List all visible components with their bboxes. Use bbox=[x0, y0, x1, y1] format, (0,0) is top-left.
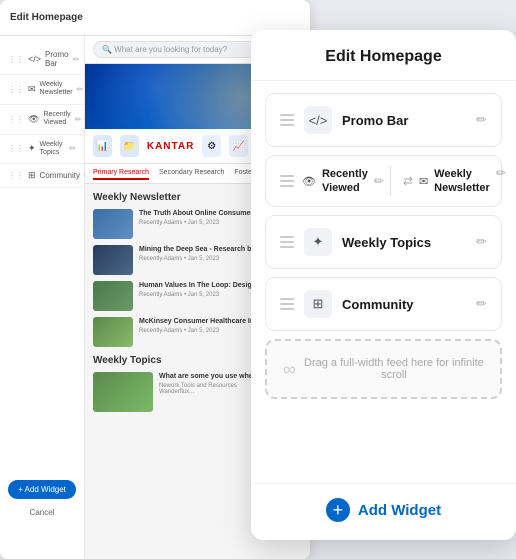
drop-zone-text: Drag a full-width feed here for infinite… bbox=[304, 357, 484, 381]
widget-item-recently-weekly[interactable]: 👁 RecentlyViewed ✏ ⇄ ✉ WeeklyNewsletter … bbox=[265, 155, 502, 207]
recently-viewed-label: RecentlyViewed bbox=[322, 167, 368, 196]
drag-dots-icon: ⋮⋮ bbox=[8, 55, 24, 64]
bg-top-bar-title: Edit Homepage bbox=[10, 12, 83, 23]
bg-nav-tab-secondary: Secondary Research bbox=[159, 167, 224, 180]
bg-add-widget-button[interactable]: + Add Widget bbox=[8, 480, 76, 499]
bg-nav-tab-primary: Primary Research bbox=[93, 167, 149, 180]
split-col-weekly-newsletter: ✉ WeeklyNewsletter bbox=[419, 166, 490, 196]
split-col-recently-viewed: 👁 RecentlyViewed ✏ bbox=[302, 166, 384, 196]
infinite-scroll-icon: ∞ bbox=[283, 359, 296, 380]
drop-zone: ∞ Drag a full-width feed here for infini… bbox=[265, 339, 502, 399]
edit-panel-body: </> Promo Bar ✏ 👁 RecentlyViewed ✏ ⇄ bbox=[251, 81, 516, 483]
edit-panel-header: Edit Homepage bbox=[251, 30, 516, 81]
bg-sidebar: ⋮⋮ </> Promo Bar ✏ ⋮⋮ ✉ WeeklyNewsletter… bbox=[0, 36, 85, 559]
add-widget-button[interactable]: + Add Widget bbox=[326, 498, 441, 522]
split-content: 👁 RecentlyViewed ✏ ⇄ ✉ WeeklyNewsletter … bbox=[302, 166, 506, 196]
promo-bar-edit-icon[interactable]: ✏ bbox=[476, 112, 487, 128]
drag-dots-icon: ⋮⋮ bbox=[8, 115, 24, 124]
promo-bar-label: Promo Bar bbox=[342, 113, 466, 128]
weekly-topics-label: Weekly Topics bbox=[342, 235, 466, 250]
promo-bar-drag-handle[interactable] bbox=[280, 114, 294, 126]
weekly-topics-edit-icon[interactable]: ✏ bbox=[476, 234, 487, 250]
widget-item-community[interactable]: ⊞ Community ✏ bbox=[265, 277, 502, 331]
widget-item-weekly-topics[interactable]: ✦ Weekly Topics ✏ bbox=[265, 215, 502, 269]
weekly-newsletter-icon: ✉ bbox=[419, 175, 428, 188]
bg-cancel-link[interactable]: Cancel bbox=[0, 508, 84, 517]
edit-homepage-panel: Edit Homepage </> Promo Bar ✏ 👁 Recently… bbox=[251, 30, 516, 540]
bg-sidebar-recently-viewed: ⋮⋮ 👁 RecentlyViewed ✏ bbox=[0, 105, 84, 135]
split-arrows: ⇄ bbox=[397, 166, 413, 196]
widget-item-promo-bar[interactable]: </> Promo Bar ✏ bbox=[265, 93, 502, 147]
bg-thumb-4 bbox=[93, 317, 133, 347]
bg-nav-icon-1: 📊 bbox=[93, 135, 112, 157]
bg-nav-icon-2: 📁 bbox=[120, 135, 139, 157]
edit-panel-footer: + Add Widget bbox=[251, 483, 516, 540]
bg-sidebar-weekly-topics: ⋮⋮ ✦ WeeklyTopics ✏ bbox=[0, 135, 84, 165]
bg-thumb-2 bbox=[93, 245, 133, 275]
bg-thumb-5 bbox=[93, 372, 153, 412]
recently-weekly-drag-handle[interactable] bbox=[280, 175, 294, 187]
community-drag-handle[interactable] bbox=[280, 298, 294, 310]
bg-thumb-3 bbox=[93, 281, 133, 311]
bg-sidebar-newsletter: ⋮⋮ ✉ WeeklyNewsletter ✏ bbox=[0, 75, 84, 105]
community-label: Community bbox=[342, 297, 466, 312]
split-divider bbox=[390, 166, 391, 196]
add-widget-plus-icon: + bbox=[326, 498, 350, 522]
drag-dots-icon: ⋮⋮ bbox=[8, 171, 24, 180]
bg-sidebar-community: ⋮⋮ ⊞ Community ✏ bbox=[0, 164, 84, 188]
bg-sidebar-promo: ⋮⋮ </> Promo Bar ✏ bbox=[0, 44, 84, 75]
weekly-newsletter-edit-icon[interactable]: ✏ bbox=[496, 166, 506, 196]
bg-thumb-1 bbox=[93, 209, 133, 239]
drag-dots-icon: ⋮⋮ bbox=[8, 144, 24, 153]
weekly-newsletter-label: WeeklyNewsletter bbox=[434, 167, 490, 196]
community-icon: ⊞ bbox=[304, 290, 332, 318]
bg-nav-icon-4: 📈 bbox=[229, 135, 248, 157]
weekly-topics-icon: ✦ bbox=[304, 228, 332, 256]
add-widget-label: Add Widget bbox=[358, 502, 441, 519]
promo-bar-icon: </> bbox=[304, 106, 332, 134]
bg-nav-icon-3: ⚙ bbox=[202, 135, 221, 157]
drag-dots-icon: ⋮⋮ bbox=[8, 85, 24, 94]
recently-viewed-edit-icon[interactable]: ✏ bbox=[374, 174, 384, 188]
bg-nav-logo: KANTAR bbox=[147, 141, 194, 152]
community-edit-icon[interactable]: ✏ bbox=[476, 296, 487, 312]
weekly-topics-drag-handle[interactable] bbox=[280, 236, 294, 248]
recently-viewed-icon: 👁 bbox=[302, 175, 316, 188]
edit-panel-title: Edit Homepage bbox=[325, 48, 441, 65]
